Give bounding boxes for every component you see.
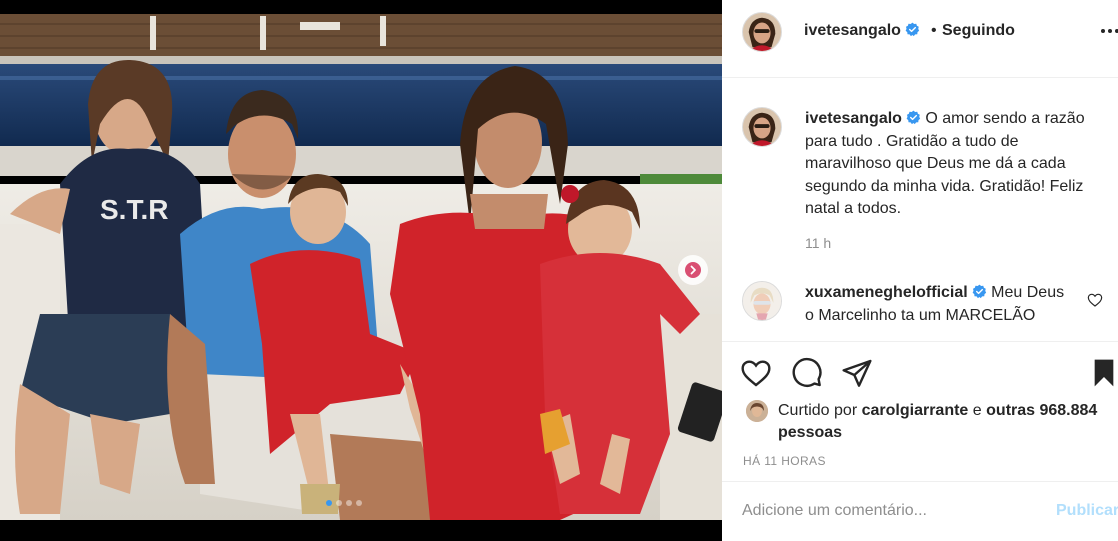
commenter-avatar[interactable] bbox=[742, 281, 782, 321]
comment-text-block: xuxameneghelofficial Meu Deus o Marcelin… bbox=[805, 282, 1065, 327]
carousel-dot bbox=[336, 500, 342, 506]
comment-like-heart-icon[interactable] bbox=[1087, 292, 1103, 308]
photo-panel: S.T.R bbox=[0, 0, 722, 541]
following-button[interactable]: Seguindo bbox=[942, 22, 1015, 40]
comments-list[interactable]: ivetesangalo O amor sendo a razão para t… bbox=[722, 79, 1118, 341]
post-photo[interactable]: S.T.R bbox=[0, 14, 722, 520]
verified-badge-icon bbox=[972, 284, 986, 299]
svg-text:S.T.R: S.T.R bbox=[100, 194, 168, 225]
comment-username[interactable]: xuxameneghelofficial bbox=[805, 284, 968, 301]
carousel-dot bbox=[346, 500, 352, 506]
like-heart-icon[interactable] bbox=[740, 357, 772, 389]
carousel-dot bbox=[356, 500, 362, 506]
carousel-indicator bbox=[326, 500, 362, 506]
author-username-text[interactable]: ivetesangalo bbox=[804, 22, 901, 39]
liker-avatar-image bbox=[746, 400, 768, 422]
verified-badge-icon bbox=[906, 110, 921, 125]
share-plane-icon[interactable] bbox=[841, 357, 873, 389]
add-comment-bar: Publicar bbox=[722, 481, 1118, 541]
liked-by-connector: e bbox=[972, 402, 982, 419]
instagram-post: S.T.R ivetesangalo • Seguindo ivetesanga… bbox=[0, 0, 1118, 541]
author-avatar-image bbox=[743, 13, 781, 51]
comment-input[interactable] bbox=[742, 500, 1042, 522]
caption-time: 11 h bbox=[805, 235, 832, 251]
author-username[interactable]: ivetesangalo bbox=[804, 22, 920, 40]
liker-avatar[interactable] bbox=[746, 400, 768, 422]
publish-button[interactable]: Publicar bbox=[1056, 502, 1118, 520]
post-timestamp[interactable]: HÁ 11 HORAS bbox=[743, 454, 826, 468]
post-side-panel: ivetesangalo • Seguindo ivetesangalo O a… bbox=[722, 0, 1118, 541]
post-actions: Curtido por carolgiarrante e outras 968.… bbox=[722, 341, 1118, 481]
author-avatar[interactable] bbox=[742, 12, 782, 52]
verified-badge-icon bbox=[905, 22, 920, 37]
header-separator: • bbox=[931, 22, 937, 39]
liked-by-prefix: Curtido por bbox=[778, 402, 858, 419]
liked-by-user[interactable]: carolgiarrante bbox=[862, 402, 969, 419]
caption-text-block: ivetesangalo O amor sendo a razão para t… bbox=[805, 108, 1105, 221]
caption-username[interactable]: ivetesangalo bbox=[805, 110, 902, 127]
carousel-next-button[interactable] bbox=[678, 255, 708, 285]
post-header: ivetesangalo • Seguindo bbox=[722, 0, 1118, 78]
family-photo-illustration: S.T.R bbox=[0, 14, 722, 520]
chevron-right-icon bbox=[685, 262, 701, 278]
bookmark-icon[interactable] bbox=[1088, 357, 1118, 389]
caption-author-avatar[interactable] bbox=[742, 107, 782, 147]
carousel-dot bbox=[326, 500, 332, 506]
commenter-avatar-image bbox=[743, 282, 781, 320]
caption-avatar-image bbox=[743, 108, 781, 146]
comment-bubble-icon[interactable] bbox=[791, 357, 823, 389]
more-options-icon[interactable] bbox=[1100, 25, 1118, 37]
liked-by-text: Curtido por carolgiarrante e outras 968.… bbox=[778, 400, 1108, 444]
